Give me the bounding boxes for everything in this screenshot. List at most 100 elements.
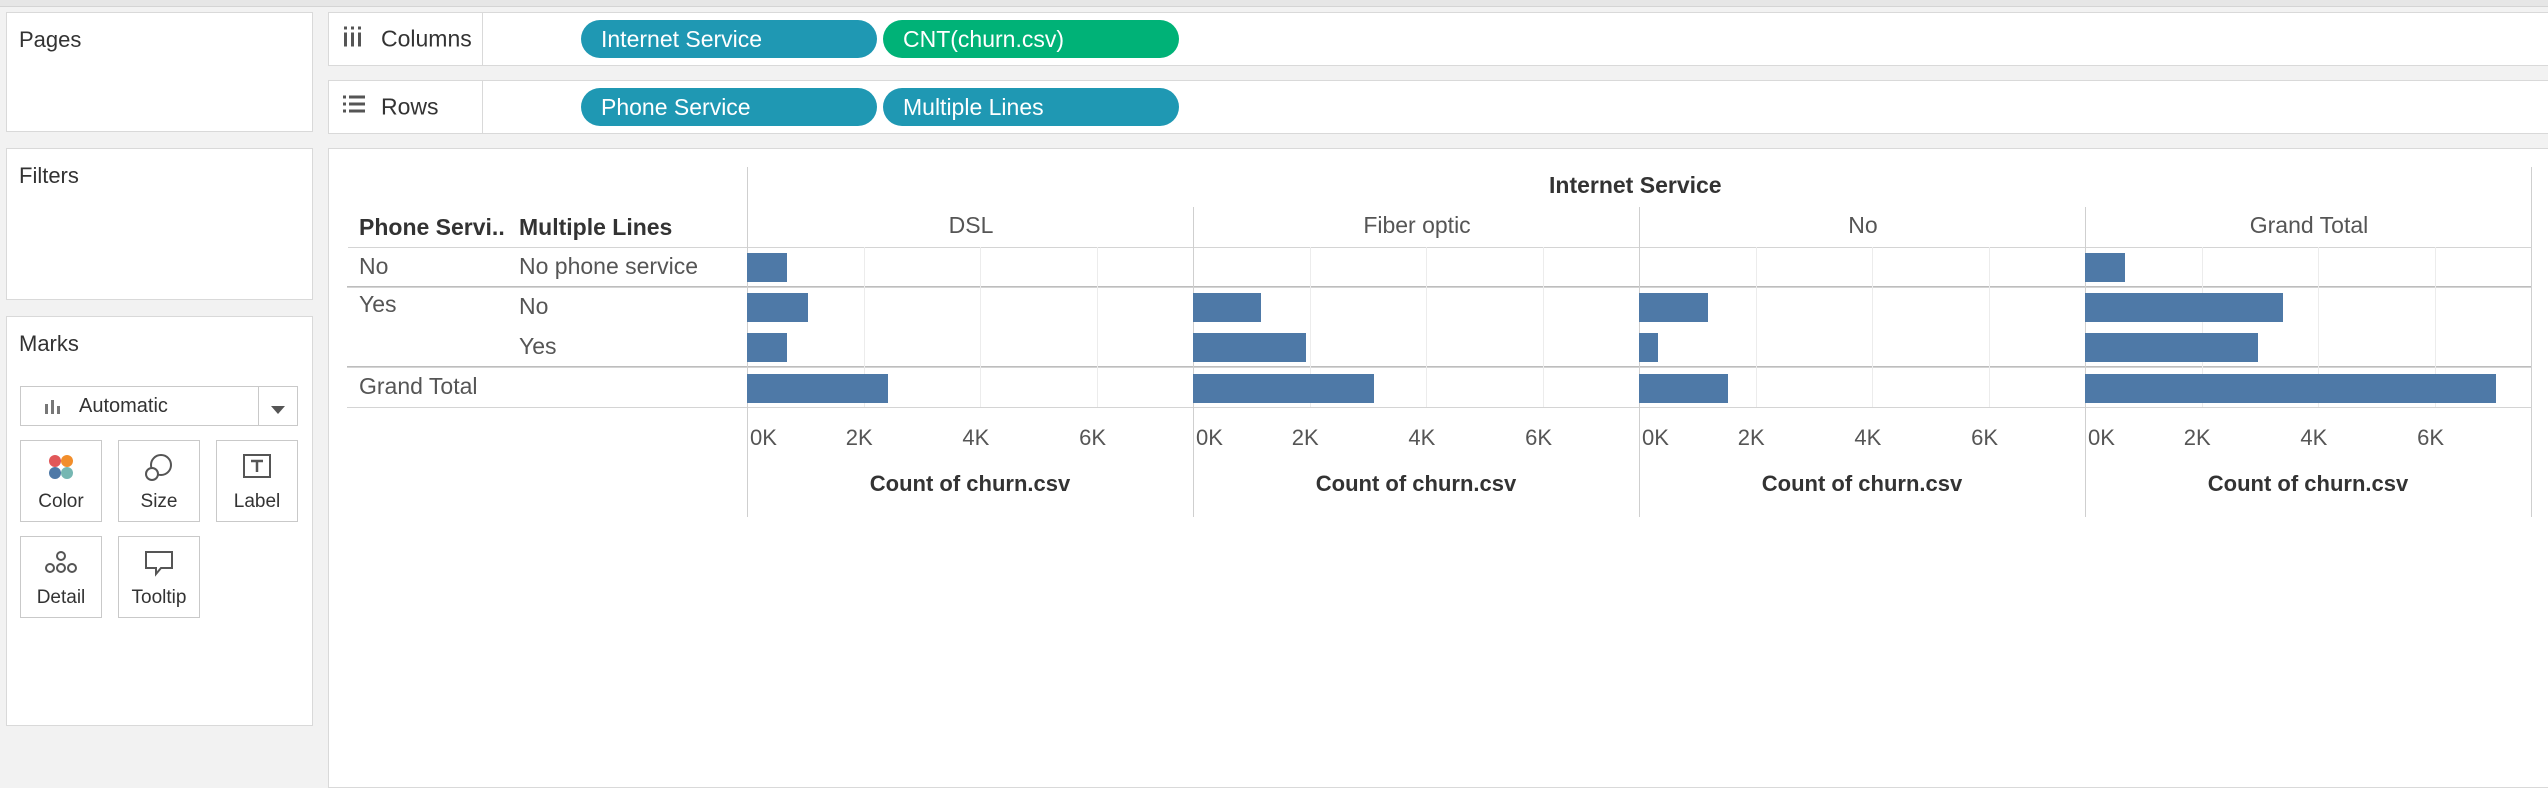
- pages-title: Pages: [19, 27, 82, 52]
- dropdown-arrow[interactable]: [258, 387, 297, 425]
- axis-tick-label: 0K: [2088, 425, 2115, 450]
- rows-icon: [343, 95, 365, 119]
- label-button[interactable]: Label: [216, 440, 298, 522]
- bar: [1193, 293, 1261, 322]
- axis-tick-label: 2K: [845, 425, 873, 450]
- row-label-multi-yes: Yes: [519, 333, 557, 359]
- size-label: Size: [140, 491, 178, 512]
- axis-tick-label: 4K: [962, 425, 990, 450]
- row-divider: [347, 366, 2531, 367]
- axis-tick-label: 4K: [1408, 425, 1436, 450]
- detail-label: Detail: [36, 587, 86, 608]
- pages-card[interactable]: Pages: [6, 12, 313, 132]
- axis-tick-label: 0K: [1196, 425, 1223, 450]
- pill-multiple-lines[interactable]: Multiple Lines: [883, 88, 1179, 126]
- detail-dots-icon: [44, 549, 78, 580]
- axis-tick-label: 4K: [1854, 425, 1882, 450]
- filters-title: Filters: [19, 163, 79, 188]
- size-button[interactable]: Size: [118, 440, 200, 522]
- row-label-phone-no: No: [359, 253, 389, 279]
- axis-tick-label: 2K: [2183, 425, 2211, 450]
- gridline: [1755, 247, 1757, 407]
- tooltip-button[interactable]: Tooltip: [118, 536, 200, 618]
- bar: [747, 253, 788, 282]
- color-button[interactable]: Color: [20, 440, 102, 522]
- column-header-grand-total: Grand Total: [2249, 212, 2369, 238]
- row-divider: [347, 367, 2531, 368]
- row-divider: [347, 287, 2531, 288]
- axis-title: Count of churn.csv: [1761, 471, 1963, 496]
- axis-tick-label: 6K: [1971, 425, 1999, 450]
- rows-shelf[interactable]: Rows Phone Service Multiple Lines: [328, 80, 2548, 134]
- internet-service-header: Internet Service: [1549, 172, 1722, 198]
- axis-title: Count of churn.csv: [869, 471, 1071, 496]
- column-header-no: No: [1848, 212, 1878, 238]
- gridline: [1872, 247, 1874, 407]
- columns-shelf[interactable]: Columns Internet Service CNT(churn.csv): [328, 12, 2548, 66]
- filters-card[interactable]: Filters: [6, 148, 313, 300]
- label-text-icon: [242, 453, 272, 486]
- bar: [2085, 293, 2283, 322]
- row-header-multiple-lines: Multiple Lines: [519, 214, 673, 240]
- row-divider: [347, 407, 2531, 408]
- bar: [747, 333, 787, 362]
- gridline: [1426, 247, 1428, 407]
- bar: [1193, 333, 1307, 362]
- bar: [2085, 333, 2259, 362]
- axis-title: Count of churn.csv: [2207, 471, 2409, 496]
- row-header-phone-service: Phone Servi..: [359, 214, 505, 240]
- axis-tick-label: 6K: [2417, 425, 2445, 450]
- rows-shelf-label: Rows: [329, 81, 483, 133]
- bar-chart-icon: [45, 398, 65, 419]
- row-label-phone-yes: Yes: [359, 291, 397, 317]
- color-dots-icon: [46, 453, 76, 486]
- row-divider: [347, 286, 2531, 287]
- rows-shelf-title: Rows: [381, 93, 439, 120]
- pill-internet-service[interactable]: Internet Service: [581, 20, 877, 58]
- axis-tick-label: 2K: [1737, 425, 1765, 450]
- gridline: [1097, 247, 1099, 407]
- mark-type-label: Automatic: [79, 395, 168, 417]
- label-label: Label: [233, 491, 281, 512]
- axis-tick-label: 2K: [1291, 425, 1319, 450]
- marks-title: Marks: [19, 331, 79, 356]
- tooltip-bubble-icon: [143, 549, 175, 582]
- axis-tick-label: 0K: [1642, 425, 1669, 450]
- detail-button[interactable]: Detail: [20, 536, 102, 618]
- size-circles-icon: [143, 453, 175, 488]
- bar: [1639, 333, 1658, 362]
- tooltip-label: Tooltip: [131, 587, 187, 608]
- column-header-fiber-optic: Fiber optic: [1363, 212, 1471, 238]
- bar: [747, 293, 809, 322]
- column-header-dsl: DSL: [948, 212, 994, 238]
- mark-type-dropdown[interactable]: Automatic: [20, 386, 298, 426]
- axis-tick-label: 6K: [1079, 425, 1107, 450]
- gridline: [980, 247, 982, 407]
- columns-shelf-label: Columns: [329, 13, 483, 65]
- bar: [2085, 253, 2126, 282]
- gridline: [1543, 247, 1545, 407]
- bar: [2085, 374, 2496, 403]
- viz-view: Internet Service Phone Servi.. Multiple …: [328, 148, 2548, 788]
- bar: [1639, 374, 1729, 403]
- axis-tick-label: 6K: [1525, 425, 1553, 450]
- color-label: Color: [38, 491, 84, 512]
- axis-tick-label: 0K: [750, 425, 777, 450]
- row-divider: [348, 247, 2531, 248]
- axis-title: Count of churn.csv: [1315, 471, 1517, 496]
- axis-tick-label: 4K: [2300, 425, 2328, 450]
- bar: [1639, 293, 1708, 322]
- row-label-multi-no: No: [519, 293, 549, 319]
- row-label-grand-total: Grand Total: [359, 373, 478, 399]
- row-label-no-phone-service: No phone service: [519, 253, 698, 279]
- panel-separator: [2531, 167, 2532, 517]
- pill-phone-service[interactable]: Phone Service: [581, 88, 877, 126]
- pill-cnt-churn[interactable]: CNT(churn.csv): [883, 20, 1179, 58]
- columns-shelf-title: Columns: [381, 25, 472, 52]
- bar: [747, 374, 889, 403]
- top-toolbar-strip: [0, 0, 2548, 7]
- bar: [1193, 374, 1374, 403]
- chevron-down-icon: [271, 402, 285, 420]
- columns-icon: [343, 26, 363, 52]
- gridline: [1989, 247, 1991, 407]
